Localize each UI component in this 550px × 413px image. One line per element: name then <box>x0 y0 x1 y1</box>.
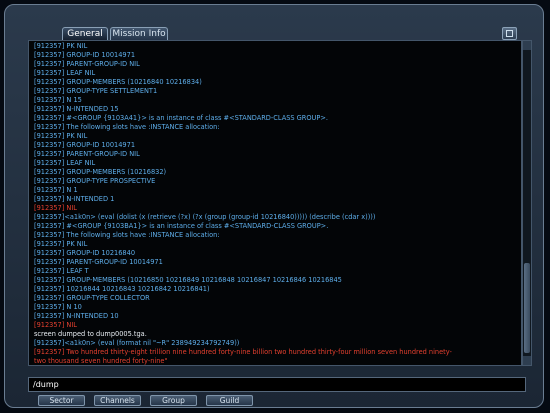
chat-log: [912357] PK NIL [912357] GROUP-ID 100149… <box>28 40 522 366</box>
window-menu-icon <box>506 30 513 37</box>
scroll-thumb[interactable] <box>524 263 530 353</box>
scroll-up-icon[interactable] <box>523 41 531 50</box>
tab-mission-info[interactable]: Mission Info <box>110 27 168 40</box>
tab-channels[interactable]: Channels <box>94 395 141 406</box>
tab-guild[interactable]: Guild <box>206 395 253 406</box>
chat-scrollbar[interactable] <box>522 40 532 366</box>
scroll-down-icon[interactable] <box>523 356 531 365</box>
chat-input-box[interactable] <box>28 377 526 392</box>
tab-group[interactable]: Group <box>150 395 197 406</box>
window-menu-button[interactable] <box>502 27 517 40</box>
tab-sector[interactable]: Sector <box>38 395 85 406</box>
tab-general[interactable]: General <box>62 27 108 40</box>
chat-line-error: two thousand seven hundred forty-nine" <box>34 357 168 365</box>
chat-input[interactable] <box>29 378 525 391</box>
